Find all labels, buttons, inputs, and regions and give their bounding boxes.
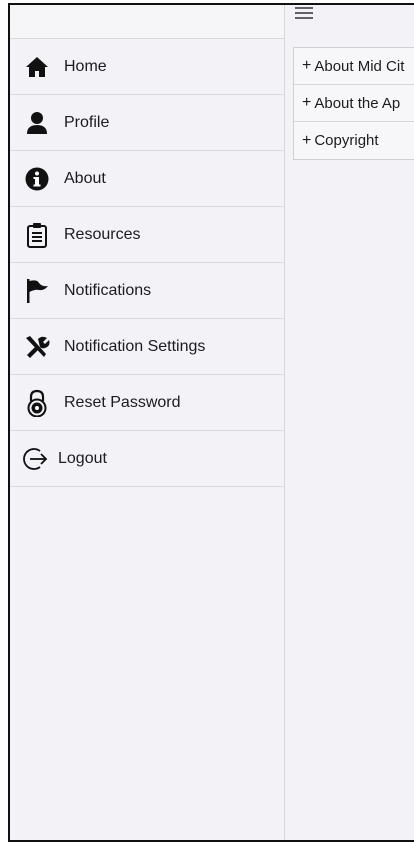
sidebar-item-logout[interactable]: Logout [10,431,284,487]
sidebar-item-notification-settings[interactable]: Notification Settings [10,319,284,375]
sidebar-item-label: Logout [58,449,107,467]
sidebar-item-label: Notification Settings [64,337,206,355]
plus-icon: + [302,94,312,111]
accordion-item-about-the-app[interactable]: + About the Ap [294,85,414,122]
sidebar-item-label: Notifications [64,281,152,299]
main-content: + About Mid Cit + About the Ap + Copyrig… [285,5,414,840]
flag-icon [24,277,50,305]
sidebar-item-label: Reset Password [64,393,181,411]
user-icon [24,109,50,137]
accordion-item-copyright[interactable]: + Copyright [294,122,414,159]
app-frame: Home Profile About Resources Notificatio… [8,3,414,842]
sidebar-item-label: Profile [64,113,110,131]
sidebar-item-label: About [64,169,106,187]
tools-icon [24,333,50,361]
sidebar-item-resources[interactable]: Resources [10,207,284,263]
plus-icon: + [302,57,312,74]
accordion-item-label: About Mid Cit [314,57,405,75]
info-icon [24,165,50,193]
accordion-item-label: Copyright [314,132,379,149]
sidebar: Home Profile About Resources Notificatio… [10,5,285,840]
sidebar-header [10,5,284,39]
sidebar-item-label: Resources [64,225,141,243]
sidebar-item-notifications[interactable]: Notifications [10,263,284,319]
plus-icon: + [302,131,312,149]
logout-icon [22,445,48,473]
accordion-item-about-mid-city[interactable]: + About Mid Cit [294,48,414,85]
home-icon [24,53,50,81]
sidebar-item-reset-password[interactable]: Reset Password [10,375,284,431]
sidebar-item-profile[interactable]: Profile [10,95,284,151]
sidebar-item-home[interactable]: Home [10,39,284,95]
sidebar-item-label: Home [64,57,107,75]
clipboard-icon [24,221,50,249]
accordion-item-label: About the Ap [314,94,401,112]
hamburger-icon[interactable] [295,7,313,21]
accordion: + About Mid Cit + About the Ap + Copyrig… [293,47,414,160]
lock-icon [24,389,50,417]
sidebar-item-about[interactable]: About [10,151,284,207]
